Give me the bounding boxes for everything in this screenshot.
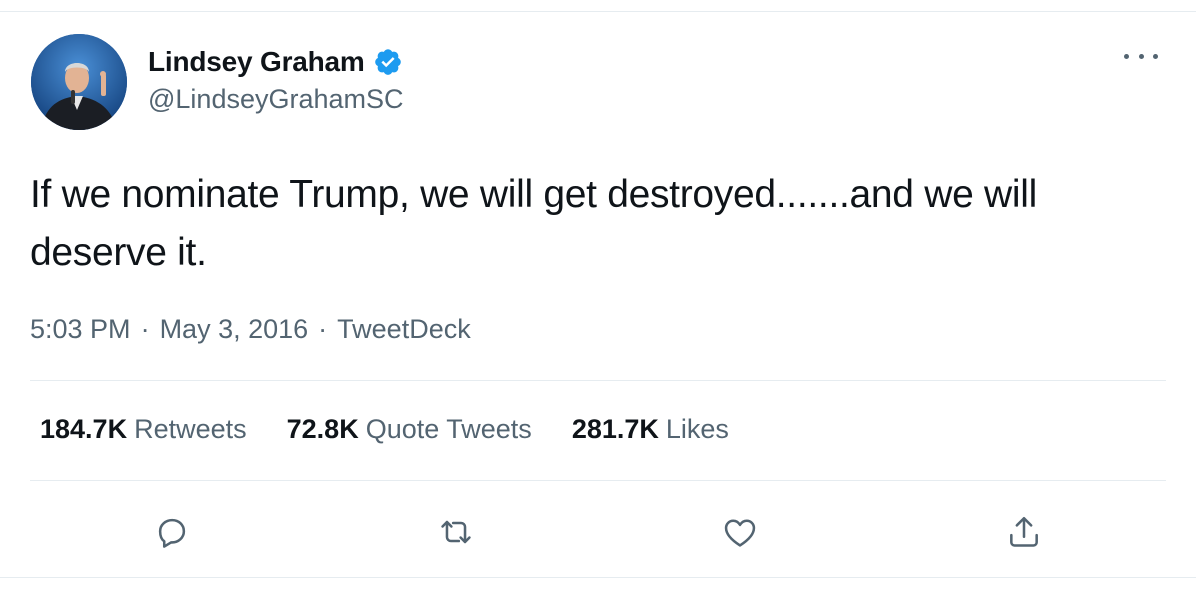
- quote-tweets-label: Quote Tweets: [365, 414, 532, 444]
- more-dot: [1124, 53, 1129, 59]
- top-divider: [0, 11, 1196, 12]
- like-icon[interactable]: [718, 510, 762, 554]
- more-options-icon[interactable]: [1124, 46, 1158, 66]
- retweet-icon[interactable]: [434, 510, 478, 554]
- tweet-metadata: 5:03 PM · May 3, 2016 · TweetDeck: [30, 314, 471, 345]
- author-name-row[interactable]: Lindsey Graham: [148, 44, 403, 80]
- action-bar: [0, 510, 1196, 554]
- retweets-count: 184.7K: [40, 414, 128, 444]
- more-dot: [1153, 53, 1158, 59]
- retweets-label: Retweets: [134, 414, 247, 444]
- verified-badge-icon: [373, 47, 403, 77]
- quote-tweets-count: 72.8K: [286, 414, 359, 444]
- avatar[interactable]: [31, 34, 127, 130]
- avatar-image: [31, 34, 127, 130]
- meta-separator: ·: [140, 314, 150, 344]
- more-dot: [1138, 53, 1144, 59]
- tweet-time[interactable]: 5:03 PM: [30, 314, 131, 344]
- display-name[interactable]: Lindsey Graham: [148, 46, 365, 78]
- reply-icon[interactable]: [150, 510, 194, 554]
- tweet-source[interactable]: TweetDeck: [337, 314, 471, 344]
- engagement-stats: 184.7K Retweets 72.8K Quote Tweets 281.7K L…: [40, 414, 769, 445]
- retweets-stat[interactable]: 184.7K Retweets: [40, 414, 247, 445]
- stats-bottom-divider: [30, 480, 1166, 481]
- likes-stat[interactable]: 281.7K Likes: [572, 414, 729, 445]
- likes-label: Likes: [665, 414, 729, 444]
- tweet-text: If we nominate Trump, we will get destro…: [30, 173, 1037, 274]
- tweet-date[interactable]: May 3, 2016: [160, 314, 309, 344]
- meta-separator: ·: [318, 314, 328, 344]
- likes-count: 281.7K: [571, 414, 659, 444]
- bottom-divider: [0, 577, 1196, 578]
- author-handle[interactable]: @LindseyGrahamSC: [148, 84, 404, 115]
- share-icon[interactable]: [1002, 510, 1046, 554]
- stats-top-divider: [30, 380, 1166, 381]
- quote-tweets-stat[interactable]: 72.8K Quote Tweets: [287, 414, 532, 445]
